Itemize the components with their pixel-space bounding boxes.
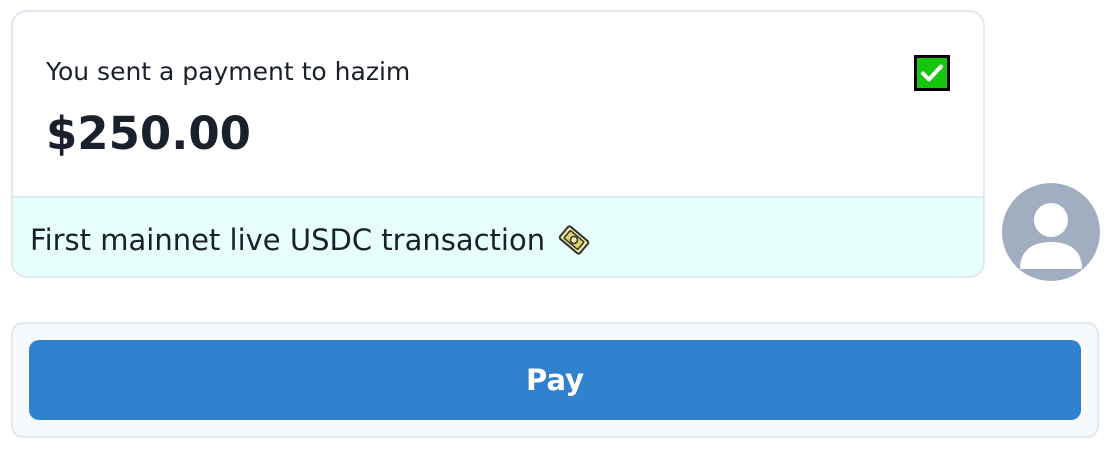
pay-button[interactable]: Pay — [29, 340, 1081, 420]
payment-recipient-text: You sent a payment to hazim — [46, 57, 411, 86]
payment-summary: You sent a payment to hazim $250.00 — [13, 12, 983, 198]
page: You sent a payment to hazim $250.00 Firs… — [0, 0, 1119, 449]
payment-card: You sent a payment to hazim $250.00 Firs… — [11, 10, 985, 278]
check-mark-button-icon — [914, 55, 950, 91]
coin-icon — [558, 225, 590, 255]
payment-memo: First mainnet live USDC transaction — [13, 198, 983, 276]
pay-panel: Pay — [11, 322, 1099, 438]
payment-amount: $250.00 — [46, 107, 251, 160]
memo-row: First mainnet live USDC transaction — [30, 220, 593, 260]
memo-text: First mainnet live USDC transaction — [30, 223, 546, 257]
user-avatar-icon — [1002, 183, 1100, 281]
